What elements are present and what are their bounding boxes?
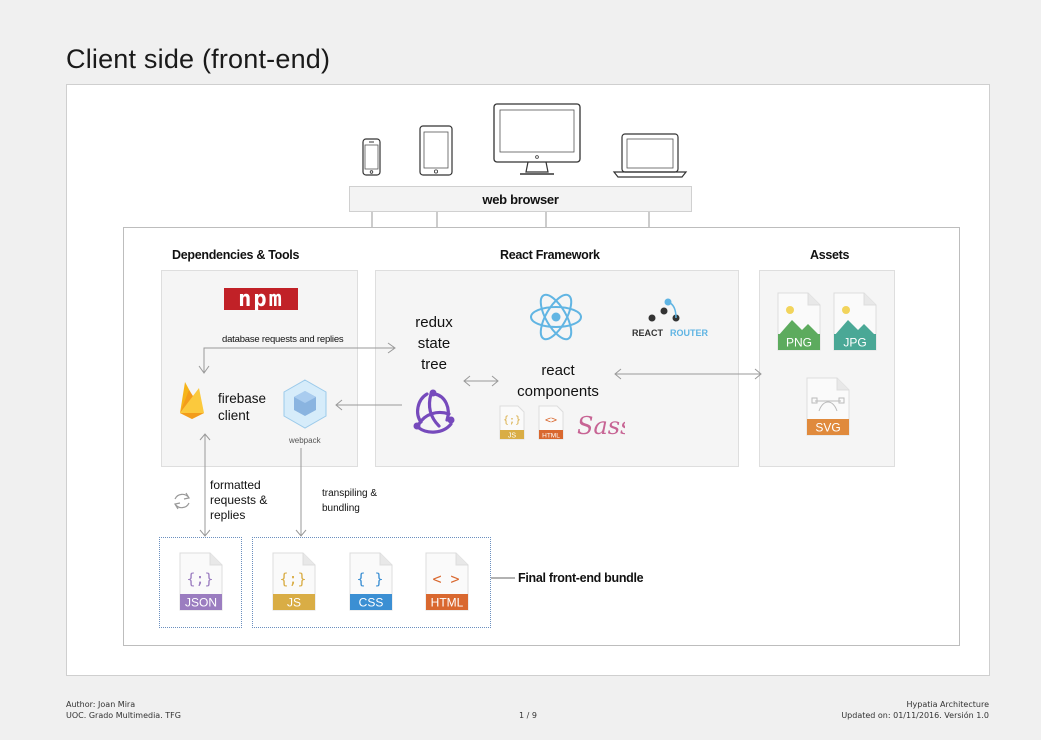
sass-logo-icon: Sass bbox=[577, 412, 625, 440]
webpack-label: webpack bbox=[289, 436, 321, 445]
formatted-line1: formatted bbox=[210, 478, 261, 492]
html-text: HTML bbox=[431, 596, 464, 610]
redux-components-arrow bbox=[463, 375, 499, 387]
final-bundle-label: Final front-end bundle bbox=[518, 571, 644, 585]
json-file-icon: {;} JSON bbox=[179, 552, 223, 611]
mini-html-file-icon: <> HTML bbox=[538, 405, 564, 440]
html-file-icon: < > HTML bbox=[425, 552, 469, 611]
sass-logo-text: Sass bbox=[577, 412, 625, 440]
redux-line3: tree bbox=[421, 356, 447, 373]
components-assets-arrow bbox=[614, 368, 762, 380]
formatted-requests-label: formatted requests & replies bbox=[210, 478, 267, 523]
bundle-label-connector bbox=[491, 577, 515, 579]
footer-page-number: 1 / 9 bbox=[519, 711, 537, 720]
web-browser-bar: web browser bbox=[349, 186, 692, 212]
jpg-file-icon: JPG bbox=[833, 292, 877, 351]
png-file-icon: PNG bbox=[777, 292, 821, 351]
page-title: Client side (front-end) bbox=[66, 44, 331, 74]
svg-text: SVG bbox=[815, 421, 840, 435]
footer-org: UOC. Grado Multimedia. TFG bbox=[66, 711, 181, 720]
redux-state-tree-label: redux state tree bbox=[404, 312, 464, 375]
svg-text:{;}: {;} bbox=[279, 570, 306, 588]
firebase-label-line1: firebase bbox=[218, 391, 267, 406]
redux-logo-icon bbox=[413, 389, 455, 434]
transpiling-label: transpiling & bundling bbox=[322, 486, 377, 516]
phone-icon bbox=[362, 138, 381, 176]
footer-updated: Updated on: 01/11/2016. Versión 1.0 bbox=[841, 711, 989, 720]
footer-left: Author: Joan Mira UOC. Grado Multimedia.… bbox=[66, 699, 181, 721]
css-text: CSS bbox=[359, 596, 384, 610]
svg-text:< >: < > bbox=[432, 570, 459, 588]
formatted-line3: replies bbox=[210, 508, 246, 522]
svg-text:{ }: { } bbox=[356, 570, 383, 588]
png-text: PNG bbox=[786, 336, 812, 350]
footer-doc-title: Hypatia Architecture bbox=[906, 700, 989, 709]
js-text: JS bbox=[287, 596, 301, 610]
react-logo-icon bbox=[530, 293, 582, 341]
section-title-dependencies: Dependencies & Tools bbox=[172, 248, 300, 262]
webpack-bundle-arrow bbox=[295, 448, 307, 537]
redux-line1: redux bbox=[415, 314, 453, 331]
jpg-text: JPG bbox=[843, 336, 866, 350]
webpack-icon bbox=[283, 379, 327, 429]
section-title-react: React Framework bbox=[500, 248, 600, 262]
svg-text:<>: <> bbox=[545, 415, 557, 426]
formatted-line2: requests & bbox=[210, 493, 268, 507]
desktop-monitor-icon bbox=[493, 103, 581, 175]
section-title-assets: Assets bbox=[810, 248, 850, 262]
footer-author: Author: Joan Mira bbox=[66, 700, 136, 709]
mini-html-text: HTML bbox=[542, 433, 560, 440]
redux-line2: state bbox=[417, 335, 451, 352]
mini-js-text: JS bbox=[508, 433, 517, 440]
redux-to-webpack-arrow bbox=[335, 399, 402, 411]
components-line2: components bbox=[517, 383, 599, 400]
firebase-icon bbox=[180, 382, 204, 419]
devices-group bbox=[362, 103, 688, 178]
css-file-icon: { } CSS bbox=[349, 552, 393, 611]
npm-logo-text: npm bbox=[238, 288, 284, 312]
laptop-icon bbox=[612, 133, 688, 178]
svg-text:{;}: {;} bbox=[186, 570, 213, 588]
db-requests-arrow bbox=[198, 342, 396, 374]
firebase-client-label: firebase client bbox=[218, 390, 266, 424]
react-router-text-a: REACT bbox=[632, 328, 664, 338]
react-components-label: react components bbox=[508, 360, 608, 402]
json-text: JSON bbox=[185, 596, 217, 610]
firebase-label-line2: client bbox=[218, 408, 250, 423]
tablet-icon bbox=[419, 125, 453, 176]
mini-js-file-icon: {;} JS bbox=[499, 405, 525, 440]
react-router-text-b: ROUTER bbox=[670, 328, 709, 338]
components-line1: react bbox=[541, 362, 575, 379]
footer-right: Hypatia Architecture Updated on: 01/11/2… bbox=[841, 699, 989, 721]
refresh-icon bbox=[174, 492, 190, 510]
transpile-line2: bundling bbox=[322, 503, 360, 514]
js-file-icon: {;} JS bbox=[272, 552, 316, 611]
svg-text:{;}: {;} bbox=[503, 415, 521, 426]
npm-logo-icon: npm bbox=[224, 288, 298, 312]
react-router-logo-icon: REACT ROUTER bbox=[632, 298, 709, 338]
transpile-line1: transpiling & bbox=[322, 488, 378, 499]
svg-file-icon: SVG bbox=[806, 377, 850, 436]
